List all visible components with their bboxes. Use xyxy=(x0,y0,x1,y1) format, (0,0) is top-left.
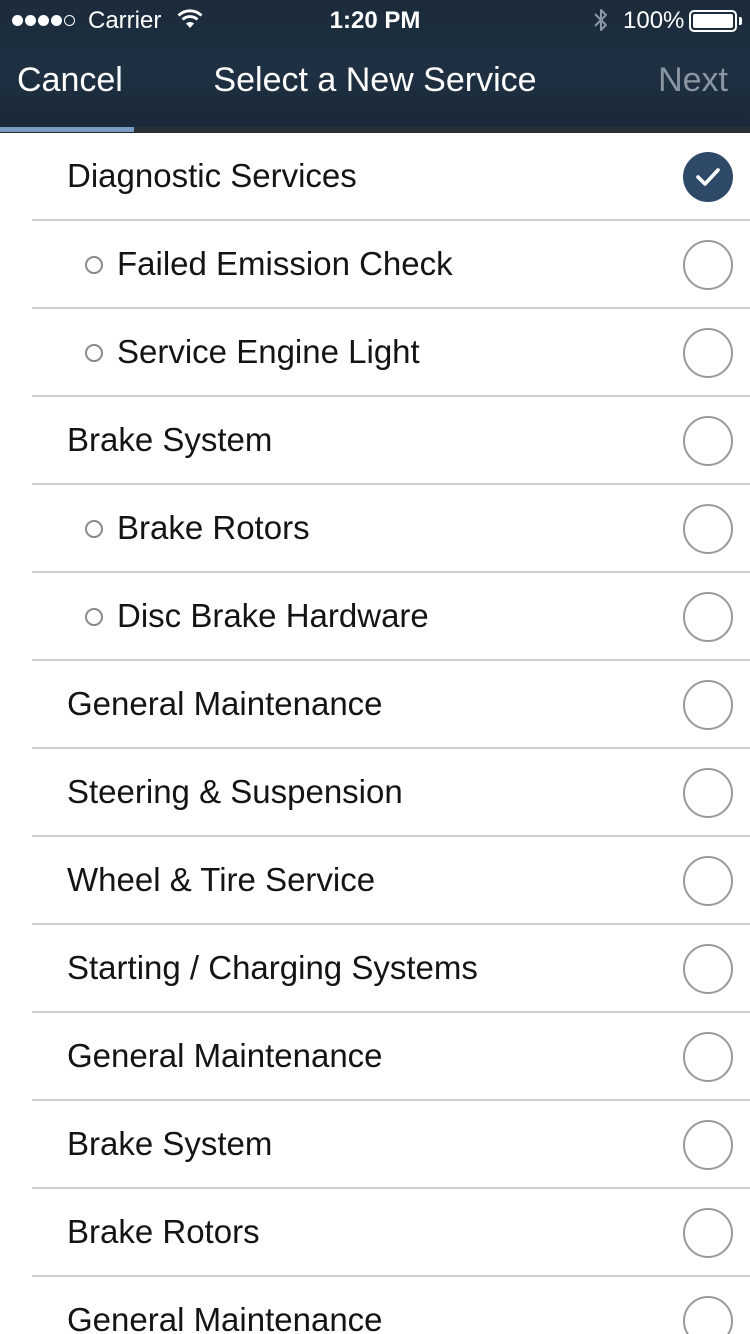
service-label: Brake System xyxy=(67,1125,273,1162)
service-row[interactable]: Brake System xyxy=(0,1101,750,1189)
battery-percentage: 100% xyxy=(623,7,685,34)
radio-button[interactable] xyxy=(683,1120,733,1170)
service-row[interactable]: Wheel & Tire Service xyxy=(0,837,750,925)
service-label: Brake Rotors xyxy=(67,1213,260,1250)
sub-item-bullet-icon xyxy=(85,608,103,626)
sub-item-bullet-icon xyxy=(85,520,103,538)
page-title: Select a New Service xyxy=(213,61,537,99)
bluetooth-icon xyxy=(591,6,611,41)
service-row[interactable]: Starting / Charging Systems xyxy=(0,925,750,1013)
service-subitem-row[interactable]: Brake Rotors xyxy=(0,485,750,573)
radio-button[interactable] xyxy=(683,240,733,290)
status-bar: Carrier 1:20 PM 100% xyxy=(0,0,750,40)
service-label: General Maintenance xyxy=(67,1037,383,1074)
radio-button[interactable] xyxy=(683,416,733,466)
radio-button[interactable] xyxy=(683,768,733,818)
service-row[interactable]: Brake System xyxy=(0,397,750,485)
service-label: Service Engine Light xyxy=(117,333,420,370)
radio-button[interactable] xyxy=(683,328,733,378)
service-row[interactable]: General Maintenance xyxy=(0,1013,750,1101)
service-subitem-row[interactable]: Failed Emission Check xyxy=(0,221,750,309)
service-label: Brake System xyxy=(67,421,273,458)
service-label: Diagnostic Services xyxy=(67,157,357,194)
service-label: Starting / Charging Systems xyxy=(67,949,478,986)
radio-button[interactable] xyxy=(683,1296,733,1334)
service-label: Disc Brake Hardware xyxy=(117,597,429,634)
sub-item-bullet-icon xyxy=(85,256,103,274)
service-subitem-row[interactable]: Service Engine Light xyxy=(0,309,750,397)
radio-button[interactable] xyxy=(683,504,733,554)
battery-tip xyxy=(739,17,742,25)
service-row[interactable]: Brake Rotors xyxy=(0,1189,750,1277)
service-label: General Maintenance xyxy=(67,1301,383,1334)
service-label: General Maintenance xyxy=(67,685,383,722)
service-row[interactable]: Steering & Suspension xyxy=(0,749,750,837)
active-tab-indicator xyxy=(0,127,134,132)
radio-button[interactable] xyxy=(683,944,733,994)
service-subitem-row[interactable]: Disc Brake Hardware xyxy=(0,573,750,661)
service-label: Failed Emission Check xyxy=(117,245,453,282)
battery-icon xyxy=(689,10,737,32)
radio-checked-button[interactable] xyxy=(683,152,733,202)
service-label: Wheel & Tire Service xyxy=(67,861,376,898)
service-row[interactable]: Diagnostic Services xyxy=(0,133,750,221)
radio-button[interactable] xyxy=(683,856,733,906)
radio-button[interactable] xyxy=(683,1208,733,1258)
next-button[interactable]: Next xyxy=(658,60,728,100)
sub-item-bullet-icon xyxy=(85,344,103,362)
service-list[interactable]: Diagnostic Services Failed Emission Chec… xyxy=(0,133,750,1334)
radio-button[interactable] xyxy=(683,1032,733,1082)
service-row[interactable]: General Maintenance xyxy=(0,1277,750,1334)
radio-button[interactable] xyxy=(683,680,733,730)
service-label: Brake Rotors xyxy=(117,509,310,546)
service-row[interactable]: General Maintenance xyxy=(0,661,750,749)
radio-button[interactable] xyxy=(683,592,733,642)
navigation-header: Carrier 1:20 PM 100% Cancel Select a New… xyxy=(0,0,750,133)
service-label: Steering & Suspension xyxy=(67,773,403,810)
